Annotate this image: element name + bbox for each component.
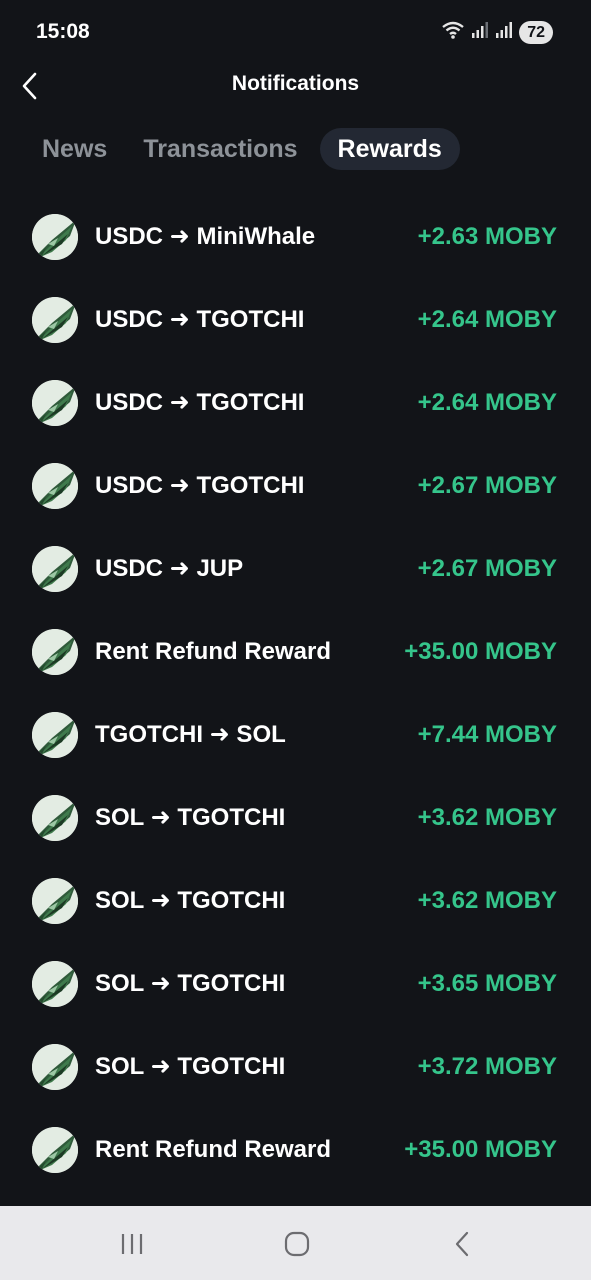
- reward-row[interactable]: SOL ➜ TGOTCHI +3.65 MOBY: [0, 943, 591, 1026]
- reward-row[interactable]: SOL ➜ TGOTCHI +3.62 MOBY: [0, 777, 591, 860]
- reward-title: SOL ➜ TGOTCHI: [95, 970, 286, 997]
- reward-amount: +3.62 MOBY: [417, 887, 557, 914]
- battery-icon: 72: [519, 20, 553, 44]
- reward-row[interactable]: TGOTCHI ➜ SOL +7.44 MOBY: [0, 694, 591, 777]
- recent-apps-icon: [121, 1234, 143, 1254]
- reward-amount: +35.00 MOBY: [404, 1136, 557, 1163]
- reward-amount: +2.67 MOBY: [417, 472, 557, 499]
- reward-amount: +3.65 MOBY: [417, 970, 557, 997]
- moby-avatar-icon: [32, 214, 78, 260]
- reward-row[interactable]: SOL ➜ TGOTCHI +3.72 MOBY: [0, 1026, 591, 1109]
- reward-amount: +2.64 MOBY: [417, 389, 557, 416]
- reward-title: USDC ➜ TGOTCHI: [95, 306, 305, 333]
- reward-row[interactable]: SOL ➜ TGOTCHI +3.62 MOBY: [0, 860, 591, 943]
- moby-avatar-icon: [32, 546, 78, 592]
- moby-avatar-icon: [32, 878, 78, 924]
- moby-avatar-icon: [32, 795, 78, 841]
- reward-title: SOL ➜ TGOTCHI: [95, 887, 286, 914]
- moby-avatar-icon: [32, 712, 78, 758]
- tab-transactions[interactable]: Transactions: [129, 128, 311, 170]
- recent-apps-button[interactable]: [112, 1224, 152, 1264]
- moby-avatar-icon: [32, 629, 78, 675]
- reward-title: SOL ➜ TGOTCHI: [95, 804, 286, 831]
- reward-amount: +2.64 MOBY: [417, 306, 557, 333]
- reward-title: Rent Refund Reward: [95, 638, 332, 665]
- status-icons: 72: [441, 20, 553, 44]
- home-icon: [284, 1231, 310, 1257]
- reward-amount: +3.72 MOBY: [417, 1053, 557, 1080]
- reward-title: TGOTCHI ➜ SOL: [95, 721, 286, 748]
- back-icon: [455, 1231, 469, 1257]
- reward-row[interactable]: USDC ➜ TGOTCHI +2.67 MOBY: [0, 445, 591, 528]
- reward-title: USDC ➜ JUP: [95, 555, 244, 582]
- reward-title: USDC ➜ TGOTCHI: [95, 389, 305, 416]
- system-nav-bar: [0, 1206, 591, 1280]
- moby-avatar-icon: [32, 297, 78, 343]
- tab-rewards[interactable]: Rewards: [319, 128, 460, 170]
- reward-amount: +35.00 MOBY: [404, 638, 557, 665]
- reward-title: Rent Refund Reward: [95, 1136, 332, 1163]
- system-back-button[interactable]: [443, 1224, 483, 1264]
- reward-row[interactable]: USDC ➜ TGOTCHI +2.64 MOBY: [0, 362, 591, 445]
- reward-amount: +2.63 MOBY: [417, 223, 557, 250]
- moby-avatar-icon: [32, 1127, 78, 1173]
- tab-bar: News Transactions Rewards: [28, 127, 468, 171]
- header: Notifications: [0, 64, 591, 108]
- moby-avatar-icon: [32, 380, 78, 426]
- reward-title: USDC ➜ MiniWhale: [95, 223, 316, 250]
- reward-amount: +3.62 MOBY: [417, 804, 557, 831]
- status-time: 15:08: [36, 20, 90, 43]
- moby-avatar-icon: [32, 1044, 78, 1090]
- moby-avatar-icon: [32, 463, 78, 509]
- home-button[interactable]: [277, 1224, 317, 1264]
- reward-row[interactable]: USDC ➜ JUP +2.67 MOBY: [0, 528, 591, 611]
- signal-icon: [495, 21, 513, 44]
- wifi-icon: [441, 20, 465, 45]
- reward-title: USDC ➜ TGOTCHI: [95, 472, 305, 499]
- moby-avatar-icon: [32, 961, 78, 1007]
- reward-row[interactable]: Rent Refund Reward +35.00 MOBY: [0, 611, 591, 694]
- reward-amount: +2.67 MOBY: [417, 555, 557, 582]
- status-bar: 15:08 72: [0, 0, 591, 64]
- notifications-screen: 15:08 72 Notifications News Transactions…: [0, 0, 591, 1280]
- page-title: Notifications: [231, 72, 360, 95]
- rewards-list: USDC ➜ MiniWhale +2.63 MOBY USDC ➜ TGOTCHI…: [0, 196, 591, 1192]
- reward-row[interactable]: USDC ➜ TGOTCHI +2.64 MOBY: [0, 279, 591, 362]
- signal-icon: [471, 21, 489, 44]
- reward-title: SOL ➜ TGOTCHI: [95, 1053, 286, 1080]
- tab-news[interactable]: News: [28, 128, 121, 170]
- reward-row[interactable]: USDC ➜ MiniWhale +2.63 MOBY: [0, 196, 591, 279]
- reward-row[interactable]: Rent Refund Reward +35.00 MOBY: [0, 1109, 591, 1192]
- reward-amount: +7.44 MOBY: [417, 721, 557, 748]
